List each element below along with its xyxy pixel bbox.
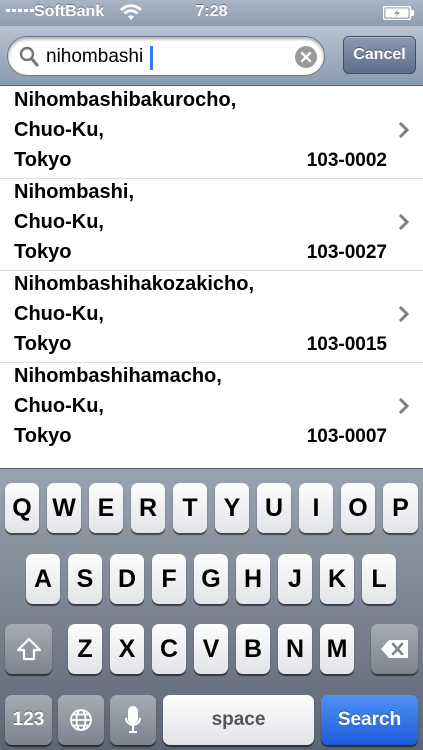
- key-m[interactable]: M: [320, 624, 354, 674]
- result-postal-code: 103-0027: [306, 242, 387, 263]
- clear-search-button[interactable]: [295, 46, 317, 68]
- delete-key[interactable]: [371, 624, 418, 674]
- key-i[interactable]: I: [299, 483, 333, 533]
- result-town: Nihombashibakurocho,: [14, 89, 237, 111]
- key-n[interactable]: N: [278, 624, 312, 674]
- key-r[interactable]: R: [131, 483, 165, 533]
- key-c[interactable]: C: [152, 624, 186, 674]
- result-city: Tokyo: [14, 425, 72, 447]
- result-ward: Chuo-Ku,: [14, 303, 104, 325]
- key-u[interactable]: U: [257, 483, 291, 533]
- text-cursor: [150, 46, 153, 70]
- result-row[interactable]: Nihombashibakurocho, Chuo-Ku, Tokyo 103-…: [0, 87, 423, 179]
- key-s[interactable]: S: [68, 554, 102, 604]
- key-x[interactable]: X: [110, 624, 144, 674]
- status-time: 7:28: [195, 3, 228, 20]
- key-w[interactable]: W: [47, 483, 81, 533]
- key-p[interactable]: P: [383, 483, 418, 533]
- key-y[interactable]: Y: [215, 483, 249, 533]
- key-o[interactable]: O: [341, 483, 375, 533]
- key-d[interactable]: D: [110, 554, 144, 604]
- key-f[interactable]: F: [152, 554, 186, 604]
- result-postal-code: 103-0002: [306, 150, 387, 171]
- result-postal-code: 103-0007: [306, 426, 387, 447]
- shift-key[interactable]: [5, 624, 52, 674]
- key-h[interactable]: H: [236, 554, 270, 604]
- key-g[interactable]: G: [194, 554, 228, 604]
- key-z[interactable]: Z: [68, 624, 102, 674]
- chevron-right-icon: [398, 213, 410, 237]
- cancel-button[interactable]: Cancel: [343, 36, 416, 74]
- chevron-right-icon: [398, 121, 410, 145]
- search-input[interactable]: [46, 43, 286, 71]
- chevron-right-icon: [398, 397, 410, 421]
- result-town: Nihombashihamacho,: [14, 365, 222, 387]
- result-postal-code: 103-0015: [306, 334, 387, 355]
- numbers-key[interactable]: 123: [5, 695, 52, 745]
- key-k[interactable]: K: [320, 554, 354, 604]
- chevron-right-icon: [398, 305, 410, 329]
- search-key[interactable]: Search: [321, 695, 418, 745]
- result-ward: Chuo-Ku,: [14, 119, 104, 141]
- battery-charging-icon: [382, 5, 415, 25]
- screen: SoftBank 7:28 nihombashi Cancel Nihombas…: [0, 0, 423, 750]
- results-list: Nihombashibakurocho, Chuo-Ku, Tokyo 103-…: [0, 87, 423, 453]
- key-v[interactable]: V: [194, 624, 228, 674]
- search-bar: Cancel: [0, 26, 423, 86]
- result-ward: Chuo-Ku,: [14, 211, 104, 233]
- result-city: Tokyo: [14, 241, 72, 263]
- key-q[interactable]: Q: [5, 483, 39, 533]
- key-e[interactable]: E: [89, 483, 123, 533]
- result-row[interactable]: Nihombashi, Chuo-Ku, Tokyo 103-0027: [0, 179, 423, 271]
- globe-key[interactable]: [58, 695, 104, 745]
- result-town: Nihombashihakozakicho,: [14, 273, 255, 295]
- key-l[interactable]: L: [362, 554, 396, 604]
- keyboard: Q W E R T Y U I O P A S D F G H J K L Z …: [0, 468, 423, 750]
- search-icon: [19, 46, 39, 72]
- result-row[interactable]: Nihombashihamacho, Chuo-Ku, Tokyo 103-00…: [0, 363, 423, 453]
- result-town: Nihombashi,: [14, 181, 135, 203]
- key-a[interactable]: A: [26, 554, 60, 604]
- result-ward: Chuo-Ku,: [14, 395, 104, 417]
- key-t[interactable]: T: [173, 483, 207, 533]
- result-row[interactable]: Nihombashihakozakicho, Chuo-Ku, Tokyo 10…: [0, 271, 423, 363]
- key-j[interactable]: J: [278, 554, 312, 604]
- result-city: Tokyo: [14, 333, 72, 355]
- space-key[interactable]: space: [163, 695, 314, 745]
- microphone-key[interactable]: [110, 695, 156, 745]
- key-b[interactable]: B: [236, 624, 270, 674]
- status-bar: SoftBank 7:28: [0, 0, 423, 26]
- search-field[interactable]: [7, 36, 325, 76]
- result-city: Tokyo: [14, 149, 72, 171]
